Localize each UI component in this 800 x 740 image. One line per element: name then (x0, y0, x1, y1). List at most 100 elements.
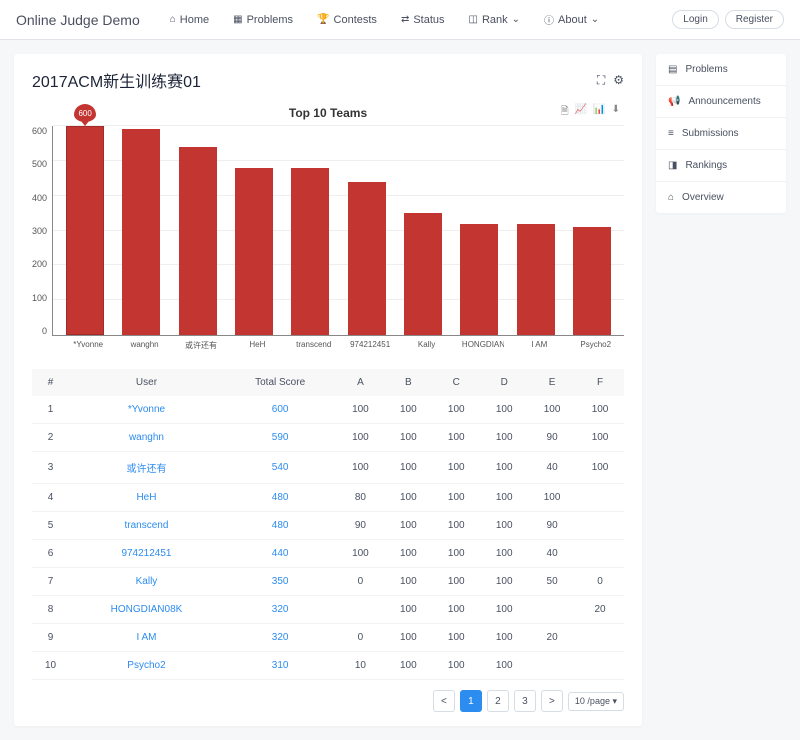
score-link[interactable]: 480 (272, 520, 289, 531)
table-row: 1*Yvonne600100100100100100100 (32, 396, 624, 424)
user-link[interactable]: HONGDIAN08K (111, 604, 183, 615)
nav-items: ⌂Home▦Problems🏆Contests⇄Status◫Rank⌄ⓘAbo… (160, 6, 673, 33)
chevron-down-icon: ⌄ (512, 14, 520, 25)
user-link[interactable]: 974212451 (121, 548, 171, 559)
sidebar: ▤Problems📢Announcements≡Submissions◨Rank… (656, 54, 786, 213)
user-link[interactable]: Psycho2 (127, 660, 165, 671)
user-link[interactable]: *Yvonne (128, 404, 165, 415)
sidebar-item-announcements[interactable]: 📢Announcements (656, 86, 786, 118)
nav-home[interactable]: ⌂Home (160, 6, 219, 33)
announcements-icon: 📢 (668, 96, 680, 107)
score-link[interactable]: 320 (272, 632, 289, 643)
page-1[interactable]: 1 (460, 690, 482, 712)
score-link[interactable]: 590 (272, 432, 289, 443)
bar-6[interactable] (404, 213, 442, 335)
data-view-icon[interactable]: 🗎 (561, 104, 569, 121)
tooltip-pin: 600 (74, 104, 96, 122)
col-header: E (528, 369, 576, 396)
score-link[interactable]: 600 (272, 404, 289, 415)
score-link[interactable]: 540 (272, 462, 289, 473)
table-row: 10Psycho231010100100100 (32, 652, 624, 680)
settings-icon[interactable]: ⚙ (613, 73, 624, 88)
table-row: 5transcend4809010010010090 (32, 512, 624, 540)
col-header: B (384, 369, 432, 396)
bar-1[interactable] (122, 129, 160, 335)
score-link[interactable]: 480 (272, 492, 289, 503)
table-body: 1*Yvonne6001001001001001001002wanghn5901… (32, 396, 624, 680)
line-chart-icon[interactable]: 📈 (575, 104, 587, 121)
user-link[interactable]: wanghn (129, 432, 164, 443)
sidebar-item-overview[interactable]: ⌂Overview (656, 182, 786, 213)
rank-icon: ◫ (469, 14, 478, 25)
nav-rank[interactable]: ◫Rank⌄ (459, 6, 531, 33)
user-link[interactable]: 或许还有 (126, 464, 166, 475)
table-row: 4HeH48080100100100100 (32, 484, 624, 512)
page-next[interactable]: > (541, 690, 563, 712)
table-row: 697421245144010010010010040 (32, 540, 624, 568)
col-header: User (69, 369, 224, 396)
page-title: 2017ACM新生训练赛01 (32, 68, 201, 92)
bar-4[interactable] (291, 168, 329, 335)
page-numbers: 123 (460, 690, 536, 712)
brand: Online Judge Demo (16, 12, 140, 28)
home-icon: ⌂ (170, 14, 176, 25)
user-link[interactable]: HeH (136, 492, 156, 503)
bar-2[interactable] (179, 147, 217, 335)
rankings-icon: ◨ (668, 160, 677, 171)
col-header: A (336, 369, 384, 396)
bar-7[interactable] (460, 224, 498, 335)
register-button[interactable]: Register (725, 10, 784, 29)
table-row: 8HONGDIAN08K32010010010020 (32, 596, 624, 624)
nav-about[interactable]: ⓘAbout⌄ (534, 6, 609, 33)
user-link[interactable]: transcend (125, 520, 169, 531)
sidebar-item-problems[interactable]: ▤Problems (656, 54, 786, 86)
login-button[interactable]: Login (672, 10, 718, 29)
ranking-table: #UserTotal ScoreABCDEF 1*Yvonne600100100… (32, 369, 624, 680)
chart: Top 10 Teams 🗎 📈 📊 ⬇ 6005004003002001000… (32, 100, 624, 351)
nav-status[interactable]: ⇄Status (391, 6, 455, 33)
overview-icon: ⌂ (668, 192, 674, 203)
x-axis: *Yvonnewanghn或许还有HeHtranscend974212451Ka… (60, 340, 624, 351)
page-prev[interactable]: < (433, 690, 455, 712)
sidebar-item-rankings[interactable]: ◨Rankings (656, 150, 786, 182)
col-header: C (432, 369, 480, 396)
problems-icon: ▦ (233, 14, 242, 25)
col-header: Total Score (224, 369, 337, 396)
bar-8[interactable] (517, 224, 555, 335)
bar-9[interactable] (573, 227, 611, 335)
fullscreen-icon[interactable]: ⛶ (597, 73, 605, 88)
chart-title: Top 10 Teams (32, 100, 624, 126)
score-link[interactable]: 310 (272, 660, 289, 671)
score-link[interactable]: 320 (272, 604, 289, 615)
bar-0[interactable]: 600 (66, 126, 104, 335)
submissions-icon: ≡ (668, 128, 674, 139)
user-link[interactable]: I AM (136, 632, 156, 643)
nav-problems[interactable]: ▦Problems (223, 6, 303, 33)
bar-chart-icon[interactable]: 📊 (593, 104, 605, 121)
table-row: 9I AM320010010010020 (32, 624, 624, 652)
table-row: 7Kally3500100100100500 (32, 568, 624, 596)
top-nav: Online Judge Demo ⌂Home▦Problems🏆Contest… (0, 0, 800, 40)
table-header-row: #UserTotal ScoreABCDEF (32, 369, 624, 396)
user-link[interactable]: Kally (136, 576, 158, 587)
table-row: 3或许还有54010010010010040100 (32, 452, 624, 484)
chevron-down-icon: ⌄ (591, 14, 599, 25)
nav-contests[interactable]: 🏆Contests (307, 6, 387, 33)
page-3[interactable]: 3 (514, 690, 536, 712)
score-link[interactable]: 350 (272, 576, 289, 587)
bar-3[interactable] (235, 168, 273, 335)
problems-icon: ▤ (668, 64, 677, 75)
main-card: 2017ACM新生训练赛01 ⛶ ⚙ Top 10 Teams 🗎 📈 📊 ⬇ … (14, 54, 642, 726)
contests-icon: 🏆 (317, 14, 329, 25)
score-link[interactable]: 440 (272, 548, 289, 559)
bars: 600 (53, 126, 624, 335)
status-icon: ⇄ (401, 14, 409, 25)
bar-5[interactable] (348, 182, 386, 335)
chart-toolbox: 🗎 📈 📊 ⬇ (561, 104, 620, 121)
page-size-select[interactable]: 10 /page ▾ (568, 692, 624, 711)
sidebar-item-submissions[interactable]: ≡Submissions (656, 118, 786, 150)
page-2[interactable]: 2 (487, 690, 509, 712)
download-icon[interactable]: ⬇ (612, 104, 620, 121)
col-header: # (32, 369, 69, 396)
y-axis: 6005004003002001000 (32, 126, 52, 336)
